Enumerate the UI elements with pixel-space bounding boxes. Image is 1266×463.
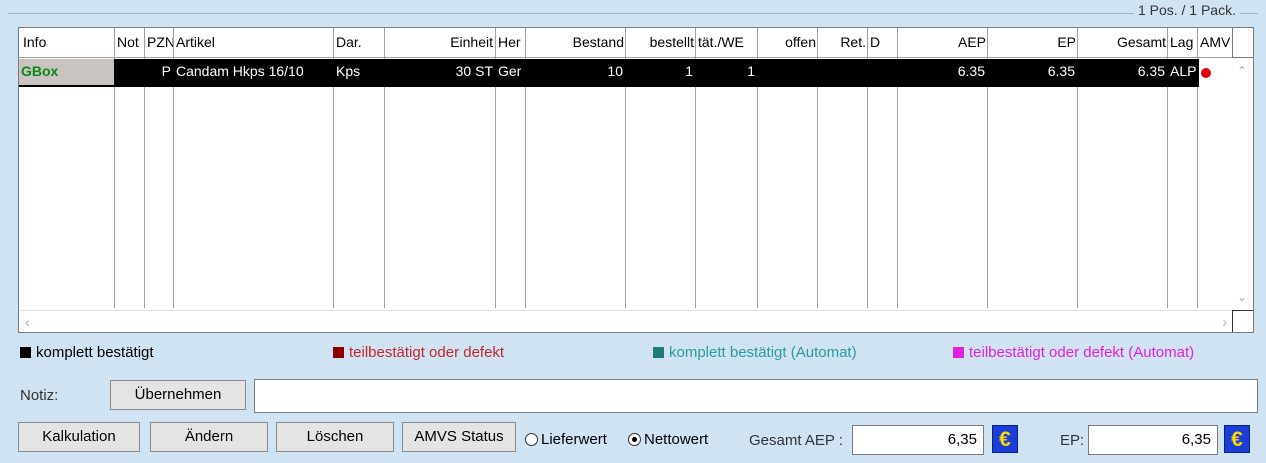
position-count: 1 Pos. / 1 Pack. <box>1133 2 1240 18</box>
amvs-status-button[interactable]: AMVS Status <box>402 422 516 452</box>
cell-info[interactable]: GBox <box>19 59 114 85</box>
notiz-input[interactable] <box>254 379 1258 413</box>
legend-square-icon <box>20 347 31 358</box>
col-header-dar[interactable]: Dar. <box>334 28 384 57</box>
cell-lag: ALP <box>1170 63 1197 79</box>
col-header-bestand[interactable]: Bestand <box>526 28 626 57</box>
scroll-down-icon[interactable]: ⌄ <box>1237 290 1247 304</box>
radio-lieferwert-label: Lieferwert <box>541 431 607 448</box>
aendern-button[interactable]: Ändern <box>150 422 268 452</box>
legend-label: teilbestätigt oder defekt (Automat) <box>969 344 1195 361</box>
legend-square-icon <box>953 347 964 358</box>
col-header-bestellt[interactable]: bestellt <box>626 28 696 57</box>
cell-d <box>868 59 897 85</box>
col-header-taet-we[interactable]: tät./WE <box>696 28 758 57</box>
radio-nettowert[interactable]: Nettowert <box>628 431 708 448</box>
radio-lieferwert[interactable]: Lieferwert <box>525 431 607 448</box>
scroll-right-icon[interactable]: › <box>1222 314 1227 330</box>
radio-checked-icon[interactable] <box>628 433 641 446</box>
col-header-pzn[interactable]: PZN <box>145 28 173 57</box>
cell-bestellt: 1 <box>685 63 693 79</box>
col-header-d[interactable]: D <box>868 28 898 57</box>
header-corner-box <box>1232 28 1253 58</box>
col-header-gesamt[interactable]: Gesamt <box>1078 28 1168 57</box>
kalkulation-button[interactable]: Kalkulation <box>18 422 140 452</box>
cell-dar: Kps <box>336 63 361 79</box>
cell-her: Ger <box>498 63 522 79</box>
euro-icon[interactable]: € <box>1224 425 1250 453</box>
col-header-ret[interactable]: Ret. <box>818 28 868 57</box>
cell-gesamt: 6.35 <box>1137 63 1165 79</box>
col-header-lag[interactable]: Lag <box>1168 28 1198 57</box>
table-row[interactable]: GBox P Candam Hkps 16/10 Kps 30 ST Ger 1… <box>19 59 1211 85</box>
euro-icon[interactable]: € <box>992 425 1018 453</box>
legend-label: teilbestätigt oder defekt <box>349 344 505 361</box>
scroll-up-icon[interactable]: ⌃ <box>1237 64 1247 78</box>
status-dot-icon <box>1201 68 1211 78</box>
legend-label: komplett bestätigt (Automat) <box>669 344 857 361</box>
cell-ep: 6.35 <box>1047 63 1075 79</box>
radio-nettowert-label: Nettowert <box>644 431 709 448</box>
order-items-grid[interactable]: Info Not PZN Artikel Dar. Einheit Her Be… <box>18 27 1254 333</box>
col-header-einheit[interactable]: Einheit <box>385 28 495 57</box>
col-header-offen[interactable]: offen <box>758 28 818 57</box>
vertical-scrollbar[interactable]: ⌃ ⌄ <box>1232 28 1253 311</box>
cell-ret <box>818 59 867 85</box>
grid-header: Info Not PZN Artikel Dar. Einheit Her Be… <box>19 28 1233 58</box>
ep-field[interactable]: 6,35 <box>1088 425 1218 455</box>
radio-unchecked-icon[interactable] <box>525 433 538 446</box>
legend-square-icon <box>333 347 344 358</box>
cell-pzn: P <box>161 63 171 79</box>
notiz-label: Notiz: <box>20 387 59 404</box>
col-header-amv[interactable]: AMV <box>1198 28 1232 57</box>
col-header-info[interactable]: Info <box>21 28 111 57</box>
cell-aep: 6.35 <box>957 63 985 79</box>
cell-einheit: 30 ST <box>455 63 493 79</box>
legend-item-confirmed-automat: komplett bestätigt (Automat) <box>653 344 857 361</box>
cell-offen <box>758 59 817 85</box>
cell-not <box>115 59 144 85</box>
group-box-border <box>8 13 1258 14</box>
legend-square-icon <box>653 347 664 358</box>
cell-artikel: Candam Hkps 16/10 <box>176 63 304 79</box>
legend-item-partial-automat: teilbestätigt oder defekt (Automat) <box>953 344 1194 361</box>
col-header-ep[interactable]: EP <box>988 28 1078 57</box>
gesamt-aep-label: Gesamt AEP : <box>749 432 843 449</box>
gesamt-aep-field[interactable]: 6,35 <box>852 425 984 455</box>
row-underline <box>19 85 1199 87</box>
scroll-left-icon[interactable]: ‹ <box>25 314 30 330</box>
col-header-not[interactable]: Not <box>115 28 145 57</box>
cell-taet-we: 1 <box>747 63 755 79</box>
col-header-her[interactable]: Her <box>496 28 526 57</box>
legend-label: komplett bestätigt <box>36 344 154 361</box>
size-grip <box>1232 310 1253 332</box>
loeschen-button[interactable]: Löschen <box>276 422 394 452</box>
legend-item-partial: teilbestätigt oder defekt <box>333 344 504 361</box>
col-header-aep[interactable]: AEP <box>898 28 988 57</box>
legend-item-confirmed: komplett bestätigt <box>20 344 154 361</box>
uebernehmen-button[interactable]: Übernehmen <box>110 380 246 410</box>
ep-label: EP: <box>1060 432 1085 449</box>
horizontal-scrollbar[interactable]: ‹ › <box>19 310 1233 332</box>
col-header-artikel[interactable]: Artikel <box>174 28 332 57</box>
cell-bestand: 10 <box>607 63 623 79</box>
